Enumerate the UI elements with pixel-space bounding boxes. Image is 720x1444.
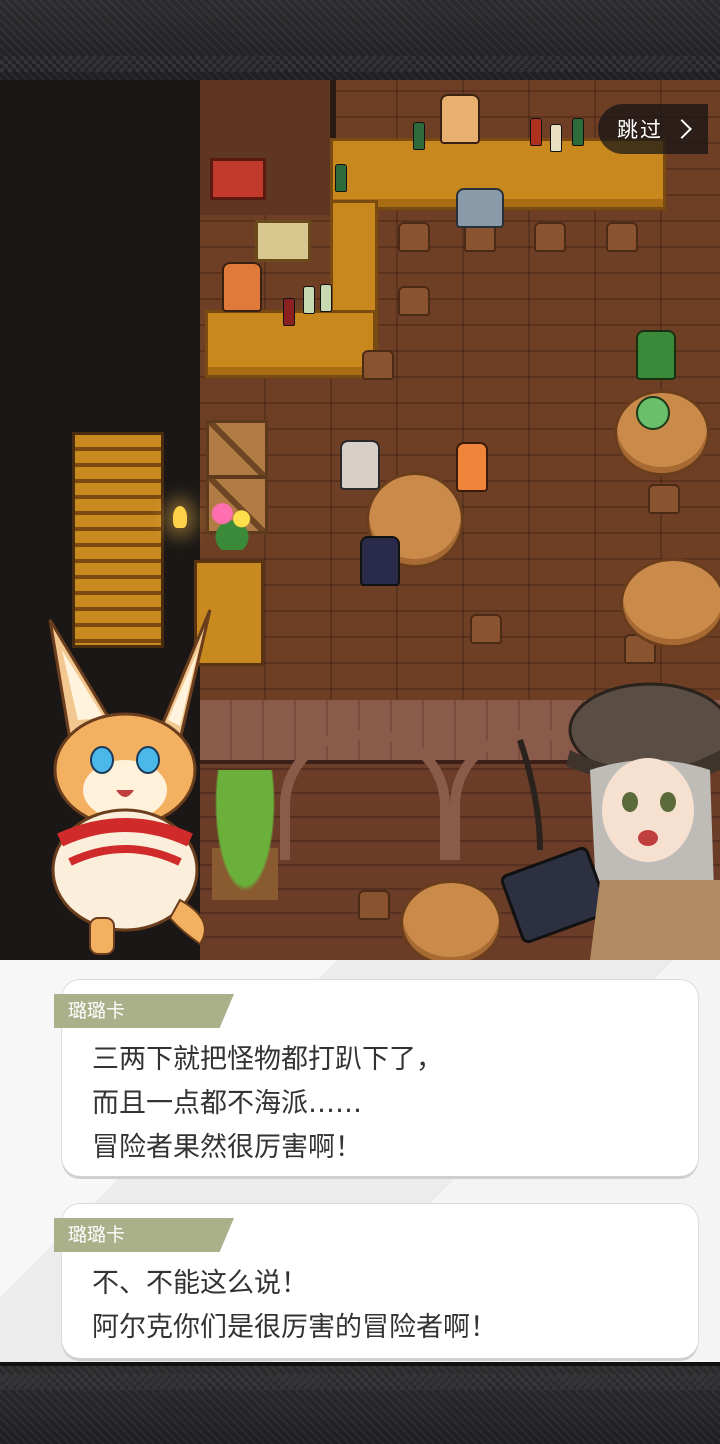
speaker-name-tag: 璐璐卡	[54, 1218, 234, 1252]
speaker-name-tag: 璐璐卡	[54, 994, 234, 1028]
chevron-right-icon	[672, 119, 692, 139]
dialogue-panel: 璐璐卡 三两下就把怪物都打趴下了， 而且一点都不海派…… 冒险者果然很厉害啊！ …	[0, 960, 720, 1362]
dialogue-line: 阿尔克你们是很厉害的冒险者啊！	[92, 1312, 497, 1343]
dialogue-text: 三两下就把怪物都打趴下了， 而且一点都不海派…… 冒险者果然很厉害啊！	[92, 1038, 678, 1170]
detective-girl-portrait	[500, 682, 720, 960]
dialogue-line: 三两下就把怪物都打趴下了，	[92, 1044, 443, 1075]
fox-character-portrait	[48, 609, 212, 955]
dialogue-text: 不、不能这么说！ 阿尔克你们是很厉害的冒险者啊！	[92, 1262, 678, 1350]
dialogue-line: 不、不能这么说！	[92, 1268, 308, 1299]
top-letterbox-bar	[0, 0, 720, 84]
bottom-letterbox-bar	[0, 1362, 720, 1444]
skip-label: 跳过	[617, 118, 663, 142]
dialogue-bubble[interactable]: 璐璐卡 三两下就把怪物都打趴下了， 而且一点都不海派…… 冒险者果然很厉害啊！	[54, 980, 698, 1176]
dialogue-bubble[interactable]: 璐璐卡 不、不能这么说！ 阿尔克你们是很厉害的冒险者啊！	[54, 1204, 698, 1358]
dialogue-line: 而且一点都不海派……	[92, 1088, 362, 1119]
skip-button[interactable]: 跳过	[598, 104, 708, 154]
dialogue-line: 冒险者果然很厉害啊！	[92, 1132, 362, 1163]
